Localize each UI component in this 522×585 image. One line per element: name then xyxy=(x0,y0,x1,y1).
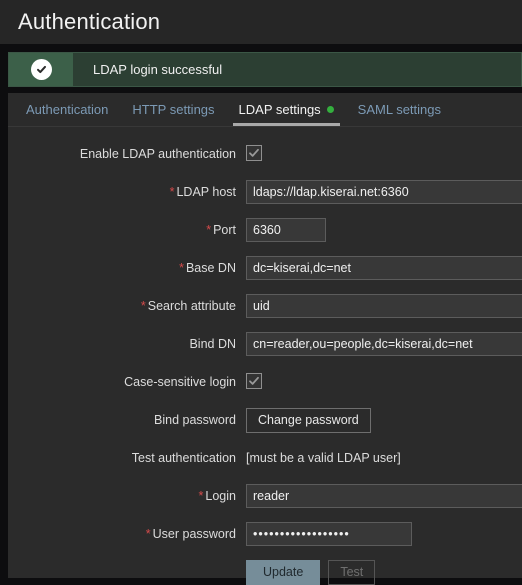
bind-dn-label: Bind DN xyxy=(189,337,236,351)
login-input[interactable] xyxy=(246,484,522,508)
required-asterisk: * xyxy=(198,489,204,503)
search-attribute-field xyxy=(246,294,522,318)
case-sensitive-login-checkbox[interactable] xyxy=(246,372,262,389)
tab-saml-settings[interactable]: SAML settings xyxy=(346,102,453,126)
tab-label: SAML settings xyxy=(357,102,442,117)
row-enable-ldap: Enable LDAP authentication xyxy=(8,141,522,167)
row-user-password: * User password xyxy=(8,521,522,547)
ldap-settings-form: Enable LDAP authentication *LDAP host *P… xyxy=(8,127,522,585)
update-button[interactable]: Update xyxy=(246,559,321,585)
search-attribute-input[interactable] xyxy=(246,294,522,318)
test-button[interactable]: Test xyxy=(328,559,376,585)
tab-http-settings[interactable]: HTTP settings xyxy=(120,102,226,126)
bind-dn-input[interactable] xyxy=(246,332,522,356)
base-dn-label: * Base DN xyxy=(8,261,246,275)
tab-status-dot-icon xyxy=(326,106,334,113)
message-banner-area: LDAP login successful xyxy=(0,44,522,93)
success-banner: LDAP login successful xyxy=(8,52,522,87)
label-text: Port xyxy=(213,223,236,237)
ldap-host-label: * LDAP host xyxy=(8,185,246,199)
row-port: * Port xyxy=(8,217,522,243)
enable-ldap-checkbox[interactable] xyxy=(246,144,262,161)
base-dn-field xyxy=(246,256,522,280)
row-form-actions: Update Test xyxy=(8,559,522,585)
required-asterisk: * xyxy=(206,223,212,237)
banner-message: LDAP login successful xyxy=(93,62,223,77)
label-text: Search attribute xyxy=(147,299,236,313)
tab-authentication[interactable]: Authentication xyxy=(26,102,120,126)
ldap-host-input[interactable] xyxy=(246,180,522,204)
label-text: Base DN xyxy=(185,261,236,275)
required-asterisk: * xyxy=(145,527,151,541)
login-label: * Login xyxy=(8,489,246,503)
row-ldap-host: * LDAP host xyxy=(8,179,522,205)
tab-ldap-settings[interactable]: LDAP settings xyxy=(227,102,346,126)
user-password-label: * User password xyxy=(8,527,246,541)
success-check-icon xyxy=(30,59,52,80)
ldap-host-field xyxy=(246,180,522,204)
bind-password-field: Change password xyxy=(246,407,522,433)
form-actions: Update Test xyxy=(246,559,522,585)
required-asterisk: * xyxy=(169,185,175,199)
row-base-dn: * Base DN xyxy=(8,255,522,281)
required-asterisk: * xyxy=(179,261,184,275)
case-sensitive-login-label: Case-sensitive login xyxy=(124,375,236,389)
port-input[interactable] xyxy=(246,218,326,242)
row-bind-password: Bind password Change password xyxy=(8,407,522,433)
case-sensitive-login-field xyxy=(246,372,522,392)
page-header: Authentication xyxy=(0,0,522,44)
change-password-button[interactable]: Change password xyxy=(246,407,371,433)
enable-ldap-field xyxy=(246,144,522,164)
label-text: User password xyxy=(152,527,236,541)
user-password-input[interactable] xyxy=(246,522,412,546)
settings-tabs: Authentication HTTP settings LDAP settin… xyxy=(8,93,522,127)
base-dn-input[interactable] xyxy=(246,256,522,280)
label-text: Login xyxy=(205,489,236,503)
login-field xyxy=(246,484,522,508)
port-label: * Port xyxy=(8,223,246,237)
enable-ldap-label: Enable LDAP authentication xyxy=(79,147,236,161)
row-case-sensitive-login: Case-sensitive login xyxy=(8,369,522,395)
tab-label: Authentication xyxy=(26,102,109,117)
user-password-field xyxy=(246,522,522,546)
port-field xyxy=(246,218,522,242)
row-bind-dn: Bind DN xyxy=(8,331,522,357)
label-text: LDAP host xyxy=(176,185,236,199)
row-login: * Login xyxy=(8,483,522,509)
row-search-attribute: * Search attribute xyxy=(8,293,522,319)
test-authentication-field: [must be a valid LDAP user] xyxy=(246,449,522,467)
banner-icon-cell xyxy=(9,53,73,86)
page-title: Authentication xyxy=(18,9,161,34)
search-attribute-label: * Search attribute xyxy=(8,299,246,313)
bind-password-label: Bind password xyxy=(154,413,236,427)
row-test-authentication: Test authentication [must be a valid LDA… xyxy=(8,445,522,471)
test-authentication-label: Test authentication xyxy=(131,451,236,465)
tab-label: HTTP settings xyxy=(132,102,215,117)
tab-label: LDAP settings xyxy=(238,102,321,117)
test-authentication-hint: [must be a valid LDAP user] xyxy=(246,451,401,465)
required-asterisk: * xyxy=(140,299,146,313)
bind-dn-field xyxy=(246,332,522,356)
content-panel: Authentication HTTP settings LDAP settin… xyxy=(8,93,522,585)
